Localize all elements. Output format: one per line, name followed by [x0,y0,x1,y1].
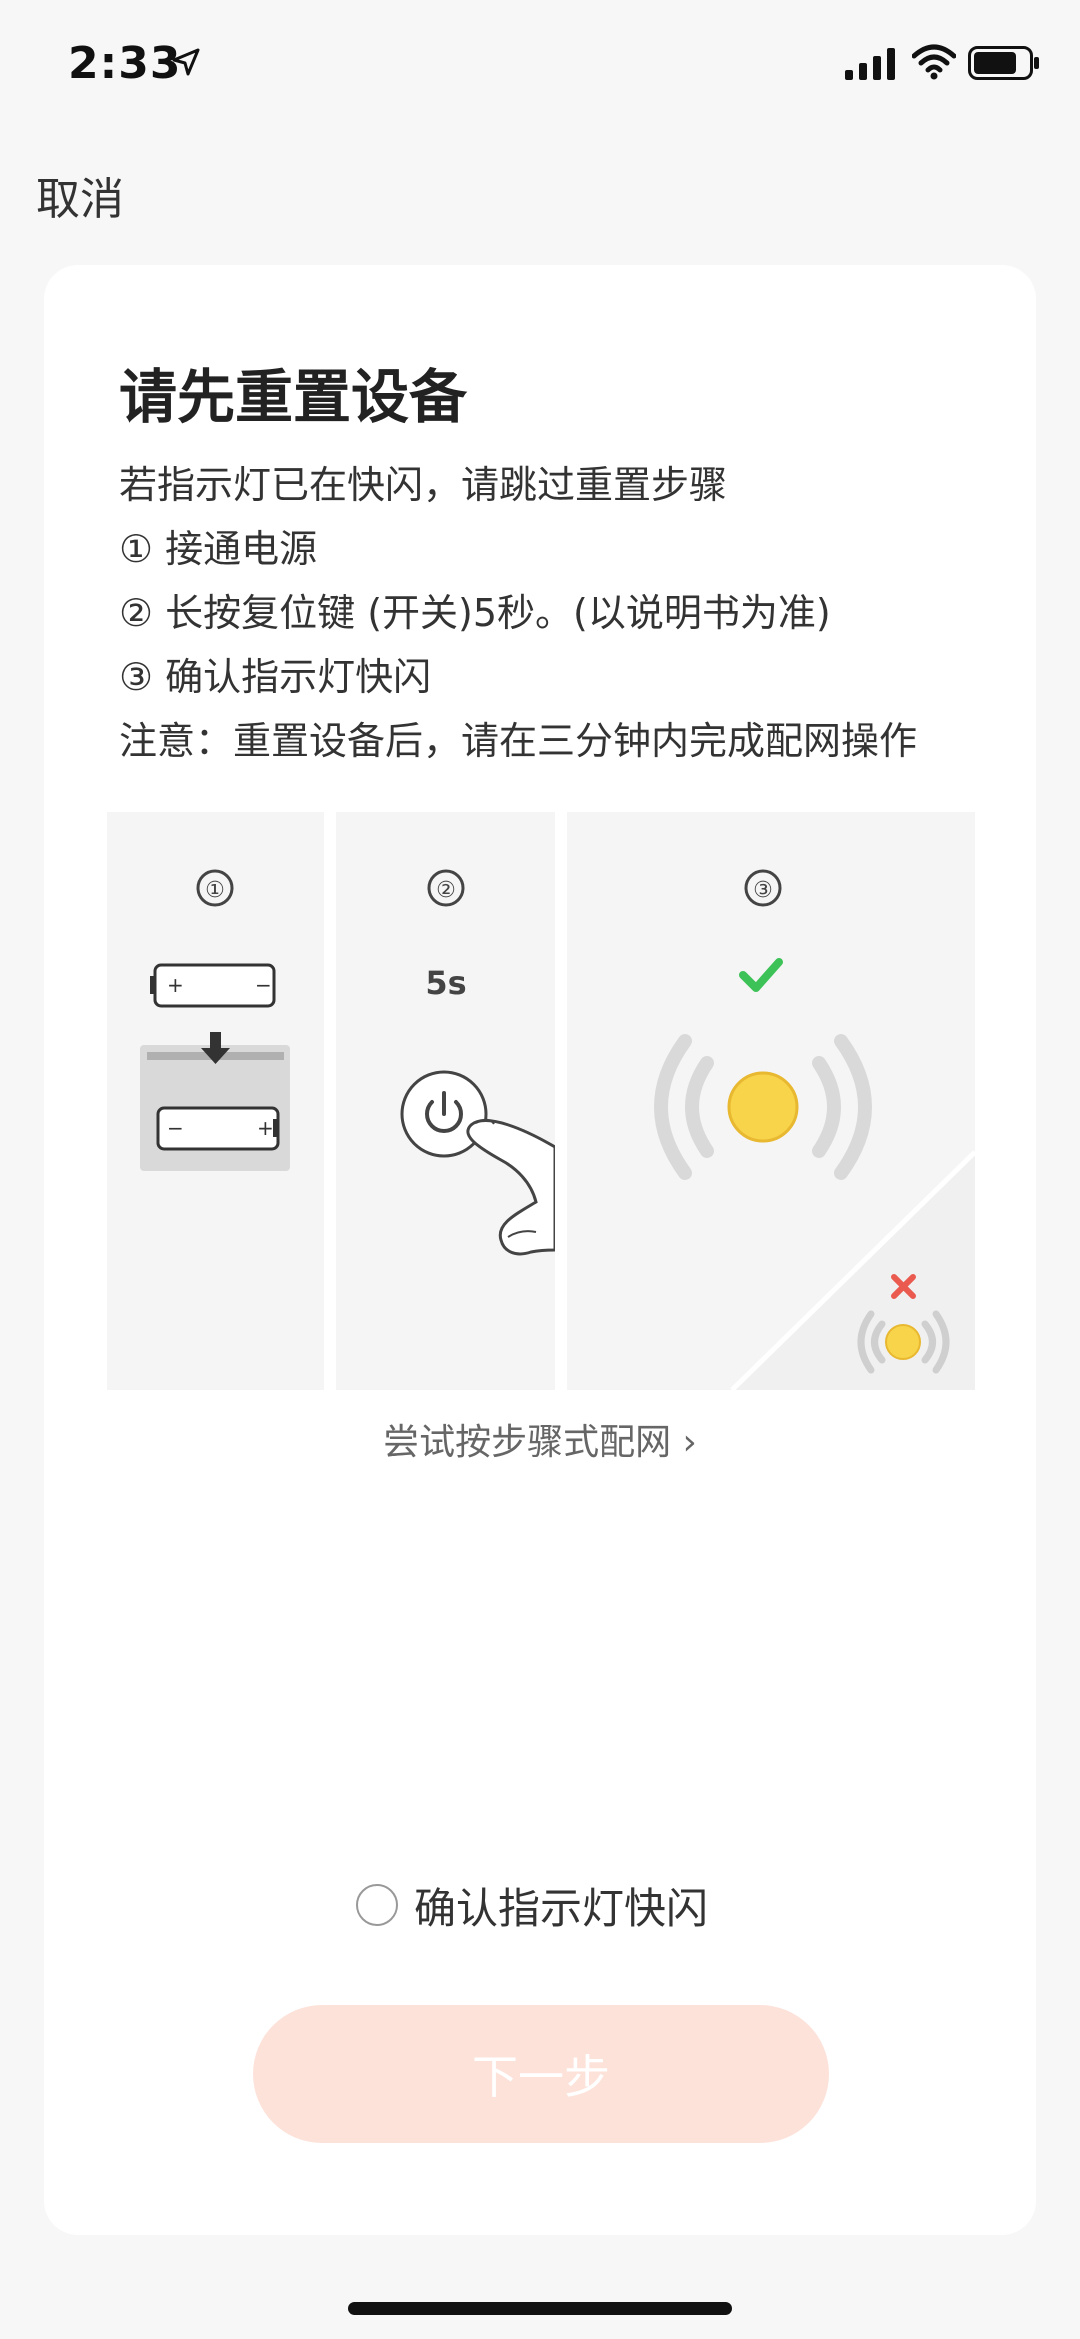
step-3-number: ③ [753,878,773,903]
cancel-button[interactable]: 取消 [36,163,124,227]
radio-circle-icon[interactable] [356,1884,398,1926]
reset-device-card: 请先重置设备 若指示灯已在快闪，请跳过重置步骤 ① 接通电源 ② 长按复位键 (… [44,265,1036,2235]
step-1-panel: ① + − − + [107,812,324,1390]
instruction-step-1: ① 接通电源 [119,527,318,571]
instruction-step-2: ② 长按复位键 (开关)5秒。(以说明书为准) [119,591,831,635]
step-1-number: ① [205,878,225,903]
check-icon [739,958,783,992]
svg-text:+: + [167,973,184,997]
location-arrow-icon [172,48,200,76]
next-step-button[interactable]: 下一步 [253,2005,829,2143]
step-2-panel: ② 5s [336,812,557,1390]
cellular-signal-icon [845,48,895,80]
reset-illustration: ① + − − + ② 5s ③ [107,812,977,1392]
instruction-step-3: ③ 确认指示灯快闪 [119,655,432,699]
instructions: 若指示灯已在快闪，请跳过重置步骤 ① 接通电源 ② 长按复位键 (开关)5秒。(… [119,453,999,773]
confirm-indicator-label: 确认指示灯快闪 [414,1883,709,1933]
status-bar: 2:33 [0,0,1080,130]
status-time: 2:33 [68,38,182,89]
svg-text:+: + [257,1116,274,1140]
indicator-light [727,1071,799,1143]
instruction-skip-hint: 若指示灯已在快闪，请跳过重置步骤 [119,463,728,507]
power-battery-illustration: ① + − − + [140,869,290,1171]
press-button-illustration: ② 5s [400,869,557,1256]
instruction-note: 注意：重置设备后，请在三分钟内完成配网操作 [119,719,918,763]
svg-text:−: − [167,1116,184,1140]
page-title: 请先重置设备 [119,363,468,431]
svg-text:−: − [255,973,272,997]
home-indicator [348,2302,732,2315]
battery-icon [968,46,1039,80]
step-2-duration: 5s [425,964,466,1002]
indicator-light-illustration: ③ [654,869,977,1392]
step-2-number: ② [436,878,456,903]
step-3-panel: ③ [567,812,977,1392]
confirm-indicator-checkbox[interactable]: 确认指示灯快闪 [356,1875,708,1935]
wifi-icon [912,44,956,80]
try-step-pairing-link[interactable]: 尝试按步骤式配网 › [44,1413,1036,1465]
